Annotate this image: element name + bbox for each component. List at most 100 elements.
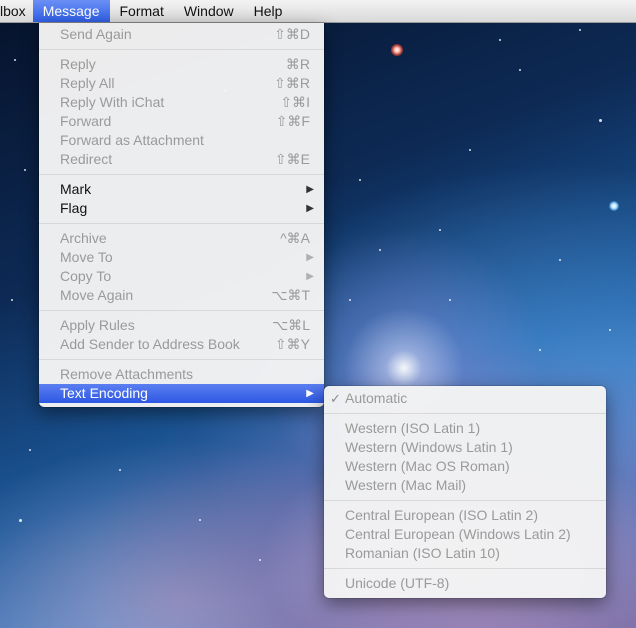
star bbox=[439, 229, 441, 231]
star bbox=[18, 518, 22, 522]
menu-item-archive[interactable]: Archive ^⌘A bbox=[39, 229, 324, 248]
encoding-item-central-european-windows-latin-2[interactable]: Central European (Windows Latin 2) bbox=[324, 525, 606, 544]
menu-item-label: Mark bbox=[60, 181, 92, 197]
menu-separator bbox=[324, 413, 606, 414]
encoding-item-automatic[interactable]: ✓ Automatic bbox=[324, 389, 606, 408]
submenu-arrow-icon: ▶ bbox=[306, 203, 314, 214]
text-encoding-submenu: ✓ Automatic Western (ISO Latin 1) Western (… bbox=[324, 386, 606, 598]
menu-item-text-encoding[interactable]: Text Encoding ▶ bbox=[39, 384, 324, 403]
submenu-arrow-icon: ▶ bbox=[306, 252, 314, 263]
menu-item-apply-rules[interactable]: Apply Rules ⌥⌘L bbox=[39, 316, 324, 335]
star bbox=[449, 299, 451, 301]
encoding-item-western-iso-latin-1[interactable]: Western (ISO Latin 1) bbox=[324, 419, 606, 438]
menu-item-shortcut: ⇧⌘E bbox=[274, 151, 310, 167]
menu-item-reply-all[interactable]: Reply All ⇧⌘R bbox=[39, 74, 324, 93]
menu-item-redirect[interactable]: Redirect ⇧⌘E bbox=[39, 150, 324, 169]
menu-item-label: Text Encoding bbox=[60, 385, 148, 401]
star bbox=[391, 44, 403, 56]
menu-item-label: Archive bbox=[60, 230, 107, 246]
star bbox=[24, 169, 26, 171]
star bbox=[499, 39, 501, 41]
menu-separator bbox=[39, 223, 324, 224]
menu-separator bbox=[39, 359, 324, 360]
encoding-item-central-european-iso-latin-2[interactable]: Central European (ISO Latin 2) bbox=[324, 506, 606, 525]
encoding-item-label: Western (Mac OS Roman) bbox=[345, 458, 510, 474]
star bbox=[578, 28, 582, 32]
encoding-item-label: Central European (ISO Latin 2) bbox=[345, 507, 538, 523]
star bbox=[539, 349, 541, 351]
menu-item-label: Forward bbox=[60, 113, 112, 129]
menu-item-mark[interactable]: Mark ▶ bbox=[39, 180, 324, 199]
submenu-arrow-icon: ▶ bbox=[306, 184, 314, 195]
menubar-message[interactable]: Message bbox=[32, 0, 110, 22]
menu-item-shortcut: ⇧⌘R bbox=[274, 75, 310, 91]
menu-separator bbox=[39, 310, 324, 311]
menu-item-reply-with-ichat[interactable]: Reply With iChat ⇧⌘I bbox=[39, 93, 324, 112]
star bbox=[119, 469, 121, 471]
menu-item-shortcut: ⇧⌘F bbox=[275, 113, 310, 129]
star bbox=[609, 201, 619, 211]
encoding-item-romanian-iso-latin-10[interactable]: Romanian (ISO Latin 10) bbox=[324, 544, 606, 563]
menu-item-remove-attachments[interactable]: Remove Attachments bbox=[39, 365, 324, 384]
menu-item-forward[interactable]: Forward ⇧⌘F bbox=[39, 112, 324, 131]
menu-item-shortcut: ^⌘A bbox=[280, 230, 310, 246]
menu-item-label: Reply With iChat bbox=[60, 94, 165, 110]
encoding-item-western-mac-mail[interactable]: Western (Mac Mail) bbox=[324, 476, 606, 495]
menu-item-label: Move To bbox=[60, 249, 113, 265]
menu-item-label: Reply All bbox=[60, 75, 115, 91]
menu-item-label: Reply bbox=[60, 56, 96, 72]
message-menu: Send Again ⇧⌘D Reply ⌘R Reply All ⇧⌘R Reply Wi… bbox=[39, 23, 324, 407]
submenu-arrow-icon: ▶ bbox=[306, 388, 314, 399]
menu-item-label: Move Again bbox=[60, 287, 134, 303]
menu-item-shortcut: ⇧⌘I bbox=[280, 94, 310, 110]
star bbox=[198, 518, 202, 522]
star bbox=[608, 328, 612, 332]
star bbox=[359, 179, 361, 181]
menubar-lbox[interactable]: lbox bbox=[0, 0, 33, 22]
star bbox=[13, 58, 17, 62]
menu-item-shortcut: ⌘R bbox=[285, 56, 310, 72]
menu-separator bbox=[39, 49, 324, 50]
menu-item-forward-as-attachment[interactable]: Forward as Attachment bbox=[39, 131, 324, 150]
star bbox=[10, 298, 14, 302]
menu-item-flag[interactable]: Flag ▶ bbox=[39, 199, 324, 218]
menu-item-reply[interactable]: Reply ⌘R bbox=[39, 55, 324, 74]
menu-item-label: Redirect bbox=[60, 151, 113, 167]
encoding-item-label: Western (Windows Latin 1) bbox=[345, 439, 513, 455]
menu-item-move-to[interactable]: Move To ▶ bbox=[39, 248, 324, 267]
menu-item-copy-to[interactable]: Copy To ▶ bbox=[39, 267, 324, 286]
menu-item-send-again[interactable]: Send Again ⇧⌘D bbox=[39, 25, 324, 44]
menu-item-label: Add Sender to Address Book bbox=[60, 336, 240, 352]
encoding-item-unicode-utf-8[interactable]: Unicode (UTF-8) bbox=[324, 574, 606, 593]
menu-item-label: Apply Rules bbox=[60, 317, 135, 333]
encoding-item-label: Western (Mac Mail) bbox=[345, 477, 467, 493]
menu-item-move-again[interactable]: Move Again ⌥⌘T bbox=[39, 286, 324, 305]
menu-item-add-sender-to-address-book[interactable]: Add Sender to Address Book ⇧⌘Y bbox=[39, 335, 324, 354]
encoding-item-western-windows-latin-1[interactable]: Western (Windows Latin 1) bbox=[324, 438, 606, 457]
encoding-item-label: Central European (Windows Latin 2) bbox=[345, 526, 571, 542]
encoding-item-label: Western (ISO Latin 1) bbox=[345, 420, 481, 436]
menu-item-label: Forward as Attachment bbox=[60, 132, 204, 148]
star bbox=[558, 258, 562, 262]
menu-separator bbox=[39, 174, 324, 175]
star bbox=[518, 68, 522, 72]
menu-item-shortcut: ⇧⌘D bbox=[274, 26, 310, 42]
menu-item-shortcut: ⌥⌘T bbox=[271, 287, 310, 303]
star bbox=[598, 118, 602, 122]
menubar-help[interactable]: Help bbox=[244, 0, 293, 22]
star bbox=[29, 449, 31, 451]
menu-separator bbox=[324, 500, 606, 501]
menubar-format[interactable]: Format bbox=[110, 0, 174, 22]
menu-bar: lbox Message Format Window Help bbox=[0, 0, 636, 23]
checkmark-icon: ✓ bbox=[330, 391, 341, 406]
encoding-item-label: Unicode (UTF-8) bbox=[345, 575, 450, 591]
menu-separator bbox=[324, 568, 606, 569]
menu-item-label: Remove Attachments bbox=[60, 366, 194, 382]
menu-item-shortcut: ⇧⌘Y bbox=[274, 336, 310, 352]
menu-item-label: Flag bbox=[60, 200, 88, 216]
encoding-item-label: Automatic bbox=[345, 390, 408, 406]
encoding-item-western-mac-os-roman[interactable]: Western (Mac OS Roman) bbox=[324, 457, 606, 476]
encoding-item-label: Romanian (ISO Latin 10) bbox=[345, 545, 500, 561]
menubar-window[interactable]: Window bbox=[174, 0, 244, 22]
submenu-arrow-icon: ▶ bbox=[306, 271, 314, 282]
